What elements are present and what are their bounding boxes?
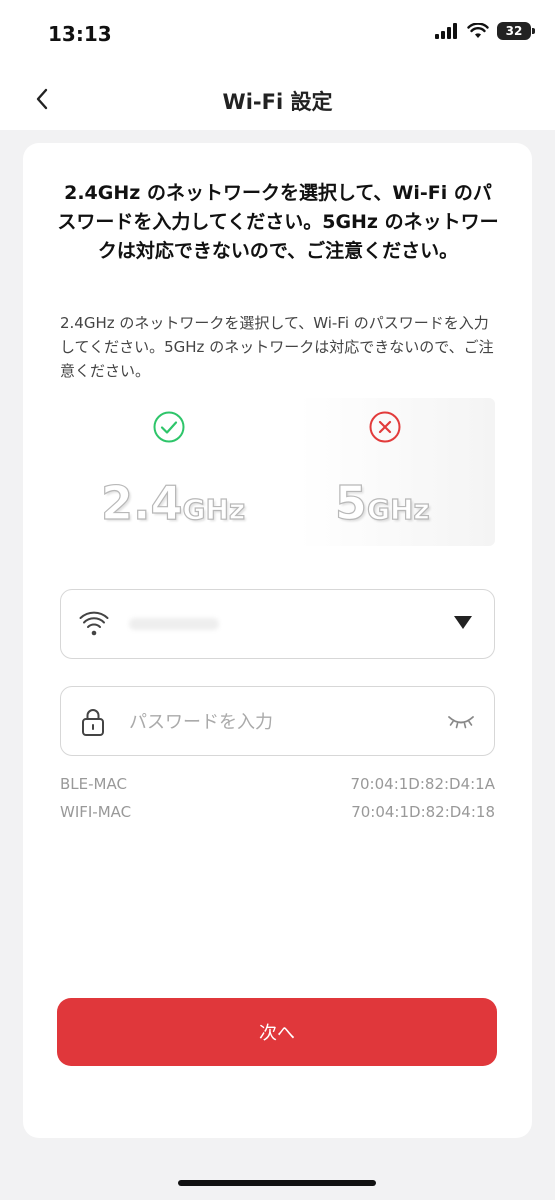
- ble-mac-value: 70:04:1D:82:D4:1A: [350, 775, 495, 793]
- wifi-icon: [79, 611, 109, 636]
- home-indicator: [178, 1180, 376, 1186]
- instruction-description: 2.4GHz のネットワークを選択して、Wi-Fi のパスワードを入力してくださ…: [60, 314, 494, 380]
- status-bar: 13:13 32: [0, 0, 555, 70]
- wifi-status-icon: [467, 23, 489, 38]
- cellular-signal-icon: [435, 23, 457, 39]
- password-field[interactable]: [60, 686, 495, 756]
- wifi-network-name-redacted: [129, 618, 219, 630]
- eye-closed-icon[interactable]: [446, 711, 476, 731]
- freq-24ghz-label: 2.4GHz: [100, 475, 246, 530]
- next-button[interactable]: 次へ: [57, 998, 497, 1066]
- wifi-network-select[interactable]: [60, 589, 495, 659]
- page-title: Wi-Fi 設定: [222, 90, 333, 114]
- check-circle-icon: [153, 411, 185, 443]
- freq-5ghz-label: 5GHz: [334, 475, 430, 530]
- lock-icon: [82, 709, 104, 736]
- freq-24-number: 2.4: [100, 475, 183, 530]
- wifi-mac-row: WIFI-MAC 70:04:1D:82:D4:18: [60, 803, 495, 821]
- ble-mac-row: BLE-MAC 70:04:1D:82:D4:1A: [60, 775, 495, 793]
- wifi-mac-value: 70:04:1D:82:D4:18: [351, 803, 495, 821]
- wifi-mac-label: WIFI-MAC: [60, 803, 132, 821]
- freq-5-unit: GHz: [366, 492, 430, 526]
- freq-24-unit: GHz: [182, 492, 246, 526]
- ble-mac-label: BLE-MAC: [60, 775, 127, 793]
- freq-5-number: 5: [334, 475, 368, 530]
- instruction-heading: 2.4GHz のネットワークを選択して、Wi-Fi のパスワードを入力してくださ…: [57, 182, 499, 262]
- password-input[interactable]: [127, 705, 431, 739]
- status-time: 13:13: [48, 22, 112, 46]
- battery-indicator: 32: [497, 22, 535, 40]
- caret-down-icon[interactable]: [454, 616, 472, 629]
- nav-bar: Wi-Fi 設定: [0, 70, 555, 130]
- status-icons: 32: [435, 22, 535, 40]
- x-circle-icon: [369, 411, 401, 443]
